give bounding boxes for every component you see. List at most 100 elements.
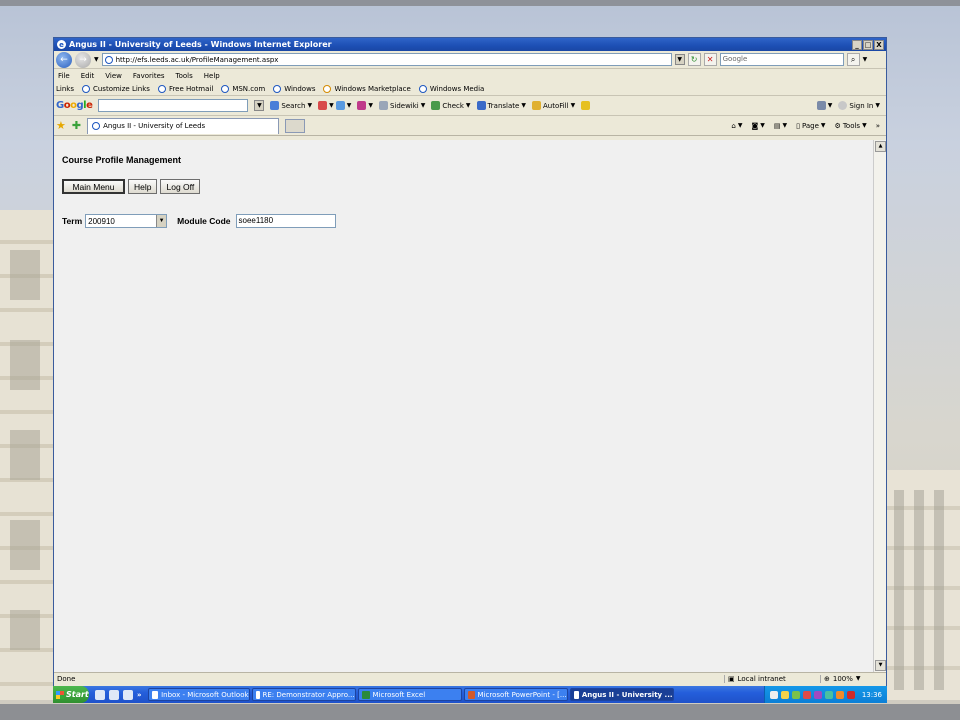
zoom-level: 100% — [832, 675, 853, 683]
url-input[interactable]: http://efs.leeds.ac.uk/ProfileManagement… — [101, 53, 672, 66]
security-zone[interactable]: ▣ Local intranet — [724, 675, 820, 683]
print-button[interactable]: ▤ ▼ — [774, 122, 787, 130]
zoom-control[interactable]: ⊕ 100% ▼ — [820, 675, 861, 683]
tools-menu-button[interactable]: ⚙ Tools ▼ — [835, 122, 867, 130]
system-tray: 13:36 — [763, 686, 887, 703]
translate-button[interactable]: Translate ▼ — [476, 101, 526, 110]
new-tab-button[interactable] — [285, 118, 306, 133]
stop-icon[interactable]: ✕ — [703, 53, 717, 66]
menu-file[interactable]: File — [58, 72, 70, 80]
favorites-star-icon[interactable]: ★ — [56, 119, 66, 132]
spell-check-button[interactable]: Check ▼ — [431, 101, 471, 110]
tools-label: Tools — [842, 121, 861, 130]
history-dropdown-icon[interactable]: ▼ — [94, 56, 99, 63]
google-logo[interactable]: Google — [56, 100, 93, 111]
wrench-icon — [816, 101, 826, 110]
tray-icon[interactable] — [846, 690, 855, 699]
links-label: Links — [56, 84, 74, 93]
tray-icon[interactable] — [835, 690, 844, 699]
refresh-icon[interactable]: ↻ — [687, 53, 701, 66]
task-label: Angus II - University ... — [581, 690, 673, 699]
pagerank-icon — [357, 101, 367, 110]
pagerank-button[interactable]: ▼ — [357, 101, 373, 110]
task-powerpoint[interactable]: Microsoft PowerPoint - [... — [463, 688, 568, 701]
puzzle-icon — [335, 101, 345, 110]
help-tray-icon[interactable] — [769, 690, 778, 699]
outlook-quicklaunch-icon[interactable] — [109, 689, 119, 700]
start-button[interactable]: Start — [53, 686, 89, 703]
log-off-button[interactable]: Log Off — [160, 179, 201, 194]
toolbar-misc-buttons[interactable]: ▼ ▼ — [318, 101, 351, 110]
module-code-input[interactable]: soee1180 — [235, 214, 336, 228]
tray-icon[interactable] — [780, 690, 789, 699]
powerpoint-icon — [467, 690, 475, 699]
task-label: RE: Demonstrator Appro... — [262, 690, 355, 699]
help-button[interactable]: Help — [128, 179, 158, 194]
close-button[interactable]: X — [874, 39, 884, 50]
scroll-down-icon[interactable]: ▼ — [875, 660, 886, 671]
task-angus-ie[interactable]: Angus II - University ... — [569, 688, 674, 701]
menu-view[interactable]: View — [105, 72, 122, 80]
menu-favorites[interactable]: Favorites — [133, 72, 165, 80]
google-search-button[interactable]: Search ▼ — [270, 101, 312, 110]
vertical-scrollbar[interactable]: ▲ ▼ — [873, 140, 886, 672]
url-dropdown-button[interactable]: ▼ — [674, 54, 685, 65]
feeds-button[interactable]: ◙ ▼ — [751, 122, 764, 130]
link-free-hotmail[interactable]: Free Hotmail — [157, 84, 213, 93]
sidewiki-button[interactable]: Sidewiki ▼ — [378, 101, 425, 110]
search-icon[interactable]: ⌕ — [846, 53, 860, 66]
add-favorites-icon[interactable]: ✚ — [72, 119, 81, 132]
tray-icon[interactable] — [824, 690, 833, 699]
clock[interactable]: 13:36 — [862, 691, 882, 699]
task-excel[interactable]: Microsoft Excel — [357, 688, 462, 701]
chevron-more-icon[interactable]: » — [137, 691, 142, 699]
main-menu-button[interactable]: Main Menu — [62, 179, 125, 194]
signin-button[interactable]: Sign In ▼ — [838, 101, 886, 110]
back-button[interactable]: ← — [56, 51, 72, 68]
link-msn[interactable]: MSN.com — [221, 84, 265, 93]
tray-icon[interactable] — [802, 690, 811, 699]
tray-icon[interactable] — [791, 690, 800, 699]
check-label: Check — [442, 101, 464, 110]
link-favicon-icon — [221, 84, 230, 93]
maximize-button[interactable]: □ — [863, 39, 873, 50]
tray-icon[interactable] — [813, 690, 822, 699]
highlighter-button[interactable] — [581, 101, 591, 110]
menu-tools[interactable]: Tools — [176, 72, 193, 80]
page-menu-button[interactable]: ▯ Page ▼ — [796, 122, 825, 130]
page-label: Page — [801, 121, 819, 130]
title-bar[interactable]: e Angus II - University of Leeds - Windo… — [54, 38, 886, 51]
term-select[interactable]: 200910 ▼ — [85, 214, 168, 228]
search-input[interactable]: Google — [719, 53, 844, 66]
signin-label: Sign In — [849, 101, 874, 110]
filter-row: Term 200910 ▼ Module Code soee1180 — [62, 214, 866, 228]
link-windows-marketplace[interactable]: Windows Marketplace — [323, 84, 411, 93]
ie-icon: e — [57, 40, 66, 49]
zone-label: Local intranet — [737, 675, 786, 683]
google-logo-letter: G — [56, 100, 64, 111]
home-button[interactable]: ⌂ ▼ — [731, 122, 742, 130]
task-outlook[interactable]: Inbox - Microsoft Outlook — [147, 688, 250, 701]
google-search-input[interactable] — [98, 99, 249, 112]
task-demonstrator-email[interactable]: RE: Demonstrator Appro... — [251, 688, 356, 701]
signin-icon — [838, 101, 848, 110]
settings-button[interactable]: ▼ — [816, 101, 832, 110]
chevron-down-icon[interactable]: ▼ — [156, 215, 167, 227]
tab-active[interactable]: Angus II - University of Leeds — [87, 117, 280, 134]
menu-edit[interactable]: Edit — [81, 72, 95, 80]
forward-button[interactable]: → — [75, 51, 91, 68]
link-customize-links[interactable]: Customize Links — [81, 84, 150, 93]
link-windows-media[interactable]: Windows Media — [418, 84, 484, 93]
google-search-dropdown[interactable]: ▼ — [254, 100, 265, 111]
search-options-icon[interactable]: ▼ — [863, 56, 868, 63]
menu-help[interactable]: Help — [204, 72, 220, 80]
media-quicklaunch-icon[interactable] — [123, 689, 133, 700]
window-controls: _ □ X — [852, 39, 886, 50]
ie-quicklaunch-icon[interactable] — [95, 689, 105, 700]
sidewiki-label: Sidewiki — [389, 101, 419, 110]
autofill-button[interactable]: AutoFill ▼ — [531, 101, 575, 110]
minimize-button[interactable]: _ — [852, 39, 862, 50]
scroll-up-icon[interactable]: ▲ — [875, 141, 886, 152]
link-windows[interactable]: Windows — [273, 84, 315, 93]
chevron-more-icon[interactable]: » — [876, 122, 880, 130]
